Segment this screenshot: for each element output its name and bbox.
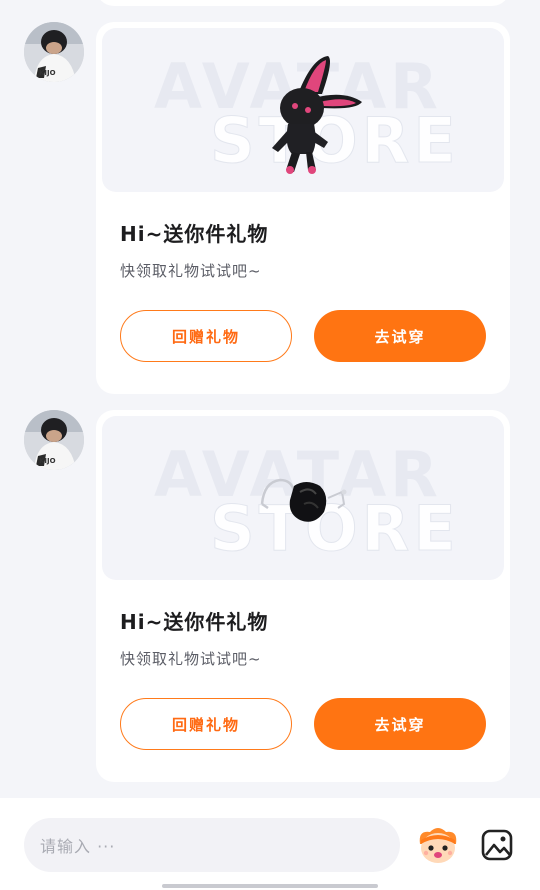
image-picker-icon[interactable] <box>480 828 514 862</box>
gift-title: Hi~送你件礼物 <box>120 222 269 246</box>
try-on-button[interactable]: 去试穿 <box>314 310 486 362</box>
black-bag-charm-icon <box>260 478 347 522</box>
black-rabbit-plush-icon <box>272 56 362 174</box>
svg-text:KIJO: KIJO <box>39 457 56 465</box>
svg-text:KIJO: KIJO <box>39 69 56 77</box>
gift-card: AVATAR STORE Hi~送你件礼物 快领取礼物试试吧~ 回赠礼物 去试穿 <box>96 410 510 782</box>
message-composer: 请输入 ··· <box>0 798 540 890</box>
mascot-emoji-icon[interactable] <box>416 824 460 866</box>
gift-subtitle: 快领取礼物试试吧~ <box>120 650 262 668</box>
return-gift-button[interactable]: 回赠礼物 <box>120 698 292 750</box>
home-indicator <box>162 884 378 888</box>
gift-image: AVATAR STORE <box>102 28 504 192</box>
gift-subtitle: 快领取礼物试试吧~ <box>120 262 262 280</box>
gift-card: AVATAR STORE Hi~送你件礼物 快领取礼物试试吧~ 回赠礼物 去试穿 <box>96 22 510 394</box>
return-gift-button[interactable]: 回赠礼物 <box>120 310 292 362</box>
previous-card-edge <box>96 0 510 6</box>
avatar[interactable]: KIJO <box>24 410 84 470</box>
gift-title: Hi~送你件礼物 <box>120 610 269 634</box>
avatar-photo: KIJO <box>24 410 84 470</box>
message-input[interactable]: 请输入 ··· <box>24 818 400 872</box>
gift-image: AVATAR STORE <box>102 416 504 580</box>
try-on-button[interactable]: 去试穿 <box>314 698 486 750</box>
avatar-photo: KIJO <box>24 22 84 82</box>
avatar[interactable]: KIJO <box>24 22 84 82</box>
